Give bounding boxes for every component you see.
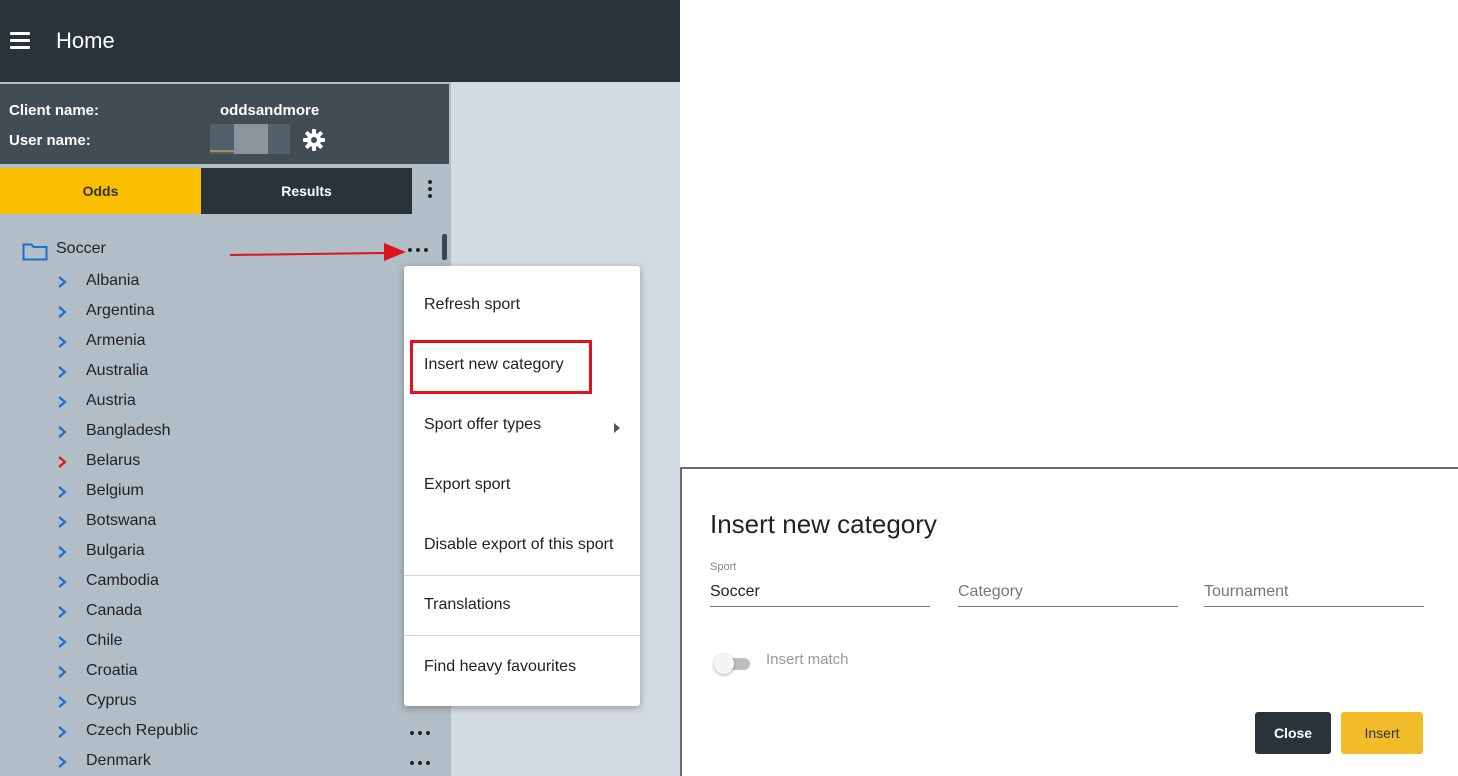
tree-item-category[interactable]: Cyprus	[56, 688, 446, 718]
tree-item-label: Czech Republic	[86, 722, 199, 739]
chevron-right-icon	[58, 576, 67, 588]
tree-item-category[interactable]: Botswana	[56, 508, 446, 538]
sport-field-label: Sport	[710, 561, 737, 573]
top-app-bar: Home	[0, 0, 680, 82]
tree-item-category[interactable]: Czech Republic	[56, 718, 446, 748]
tab-odds[interactable]: Odds	[0, 168, 201, 214]
tree-item-category[interactable]: Bangladesh	[56, 418, 446, 448]
chevron-right-icon	[58, 366, 67, 378]
tree-item-label: Cambodia	[86, 572, 159, 589]
annotation-highlight-box	[410, 340, 592, 394]
user-name-redacted	[210, 124, 290, 154]
chevron-right-icon	[58, 396, 67, 408]
menu-item-disable-export[interactable]: Disable export of this sport	[424, 536, 613, 566]
menu-item-refresh-sport[interactable]: Refresh sport	[424, 296, 520, 326]
menu-divider	[404, 635, 640, 636]
tree-item-label: Denmark	[86, 752, 151, 769]
chevron-right-icon	[58, 666, 67, 678]
caret-right-icon	[614, 423, 620, 433]
tree-item-label: Soccer	[56, 240, 106, 257]
insert-match-label: Insert match	[766, 651, 849, 668]
sport-field-value: Soccer	[710, 583, 760, 600]
more-horiz-icon[interactable]	[408, 242, 428, 258]
tree-item-category[interactable]: Canada	[56, 598, 446, 628]
menu-item-translations[interactable]: Translations	[424, 596, 511, 626]
chevron-right-icon	[58, 726, 67, 738]
tree-item-category[interactable]: Denmark	[56, 748, 446, 776]
insert-button[interactable]: Insert	[1341, 712, 1423, 754]
sidebar: Client name: User name: oddsandmore Odds…	[0, 82, 451, 776]
tree-item-label: Belgium	[86, 482, 144, 499]
folder-icon	[22, 243, 48, 261]
tree-item-label: Botswana	[86, 512, 157, 529]
category-field[interactable]: Category	[958, 559, 1178, 607]
chevron-right-icon	[58, 516, 67, 528]
chevron-right-icon	[58, 546, 67, 558]
left-screenshot-panel: Home Client name: User name: oddsandmore	[0, 0, 680, 776]
tree-item-category[interactable]: Belarus	[56, 448, 446, 478]
tree-item-label: Chile	[86, 632, 123, 649]
user-name-label: User name:	[9, 132, 91, 149]
dialog-title: Insert new category	[710, 509, 937, 539]
tree-item-category[interactable]: Austria	[56, 388, 446, 418]
client-info-box: Client name: User name: oddsandmore	[0, 84, 449, 164]
tab-results[interactable]: Results	[201, 168, 412, 214]
context-menu: Refresh sport Insert new category Sport …	[404, 266, 640, 706]
chevron-right-icon	[58, 606, 67, 618]
tree-item-label: Bulgaria	[86, 542, 145, 559]
tree-item-label: Austria	[86, 392, 136, 409]
chevron-right-icon	[58, 336, 67, 348]
tournament-field[interactable]: Tournament	[1204, 559, 1424, 607]
tree-item-label: Australia	[86, 362, 149, 379]
menu-item-find-heavy-favourites[interactable]: Find heavy favourites	[424, 658, 576, 688]
tree-item-category[interactable]: Belgium	[56, 478, 446, 508]
gear-icon[interactable]	[302, 128, 326, 152]
tree-item-category[interactable]: Australia	[56, 358, 446, 388]
menu-divider	[404, 575, 640, 576]
tree-item-category[interactable]: Argentina	[56, 298, 446, 328]
annotation-arrow	[229, 243, 406, 261]
chevron-right-icon	[58, 636, 67, 648]
more-horiz-icon[interactable]	[410, 760, 430, 766]
tree-item-category[interactable]: Armenia	[56, 328, 446, 358]
hamburger-icon[interactable]	[10, 32, 30, 49]
menu-item-export-sport[interactable]: Export sport	[424, 476, 510, 506]
menu-item-sport-offer-types[interactable]: Sport offer types	[424, 416, 541, 446]
chevron-right-icon	[58, 456, 67, 468]
sport-field[interactable]: Sport Soccer	[710, 559, 930, 607]
tree-item-label: Belarus	[86, 452, 141, 469]
more-vert-icon[interactable]	[420, 180, 440, 202]
tree-item-category[interactable]: Cambodia	[56, 568, 446, 598]
tree-item-category[interactable]: Bulgaria	[56, 538, 446, 568]
scrollbar[interactable]	[442, 234, 447, 260]
tree-item-category[interactable]: Albania	[56, 268, 446, 298]
tree-item-label: Armenia	[86, 332, 146, 349]
page-title: Home	[56, 28, 115, 53]
tab-bar: Odds Results	[0, 168, 449, 214]
client-name-label: Client name:	[9, 102, 100, 119]
chevron-right-icon	[58, 486, 67, 498]
chevron-right-icon	[58, 306, 67, 318]
chevron-right-icon	[58, 756, 67, 768]
close-button[interactable]: Close	[1255, 712, 1331, 754]
tree-item-label: Albania	[86, 272, 140, 289]
insert-match-toggle[interactable]	[714, 653, 754, 674]
chevron-right-icon	[58, 696, 67, 708]
chevron-right-icon	[58, 276, 67, 288]
insert-category-dialog: Insert new category Sport Soccer Categor…	[680, 467, 1458, 776]
tree-item-category[interactable]: Chile	[56, 628, 446, 658]
more-horiz-icon[interactable]	[410, 730, 430, 736]
tree-item-label: Argentina	[86, 302, 155, 319]
toggle-knob	[714, 654, 734, 674]
chevron-right-icon	[58, 426, 67, 438]
tree-item-label: Canada	[86, 602, 143, 619]
tree-item-label: Bangladesh	[86, 422, 171, 439]
tree-item-label: Croatia	[86, 662, 138, 679]
tree-item-label: Cyprus	[86, 692, 137, 709]
tournament-field-placeholder: Tournament	[1204, 583, 1289, 600]
tree-item-category[interactable]: Croatia	[56, 658, 446, 688]
category-field-placeholder: Category	[958, 583, 1023, 600]
client-name-value: oddsandmore	[220, 102, 320, 119]
